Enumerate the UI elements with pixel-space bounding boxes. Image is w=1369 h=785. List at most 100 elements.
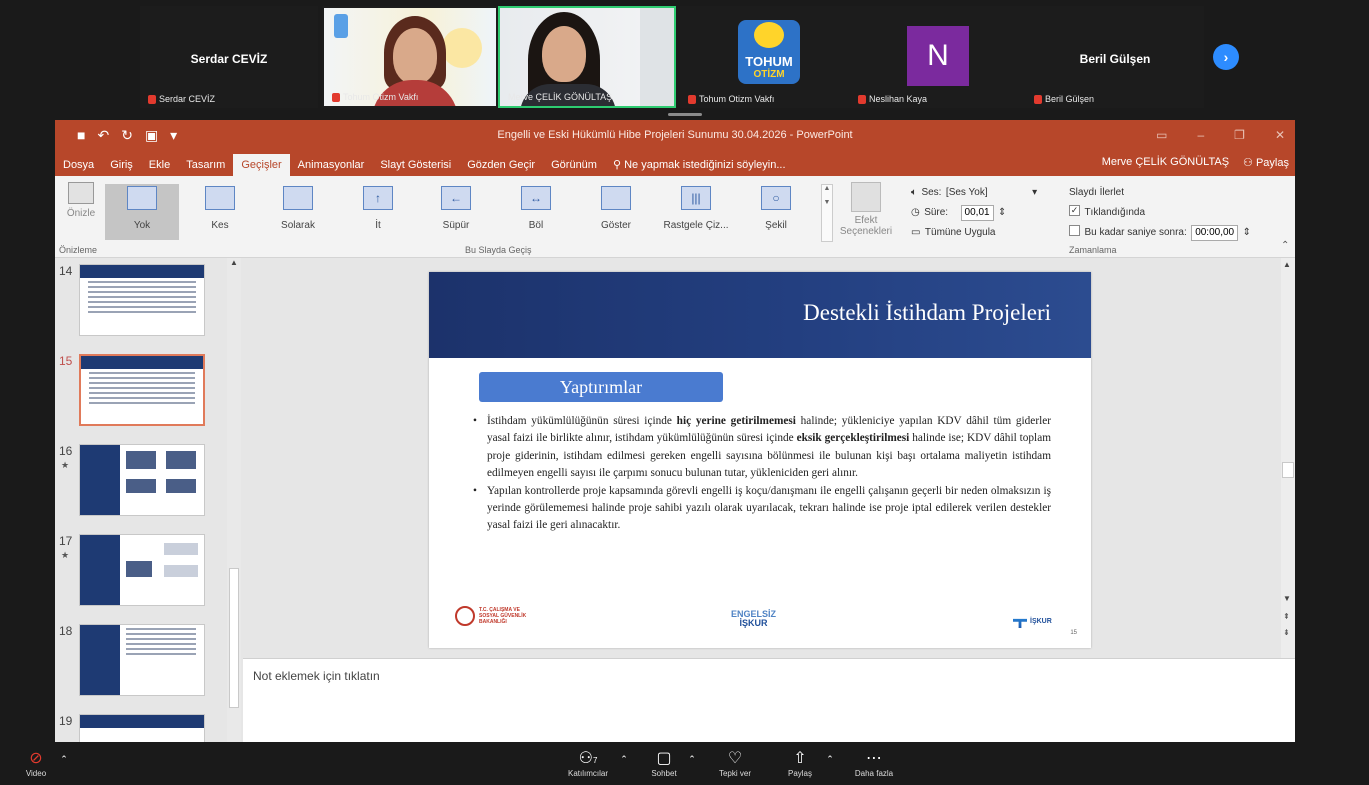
- window-controls: ▭ – ❐ ✕: [1156, 128, 1285, 142]
- animation-star-icon: ★: [61, 550, 70, 560]
- account-area: Merve ÇELİK GÖNÜLTAŞ ⚇ Paylaş: [1102, 156, 1289, 169]
- thumbnails-scrollbar[interactable]: ▲: [227, 258, 241, 742]
- user-name[interactable]: Merve ÇELİK GÖNÜLTAŞ: [1102, 156, 1229, 169]
- thumbnail-15[interactable]: 15: [55, 352, 235, 432]
- duration-input[interactable]: 00,01: [960, 205, 994, 221]
- transition-reveal[interactable]: Göster: [579, 184, 653, 240]
- participant-video-tohum[interactable]: Tohum Otizm Vakfı: [322, 6, 498, 108]
- chevron-up-icon: ⌃: [688, 754, 696, 764]
- tab-gorunum[interactable]: Görünüm: [543, 154, 605, 176]
- gallery-scroll[interactable]: ▲ ▼: [821, 184, 833, 242]
- tell-me-search[interactable]: ⚲ Ne yapmak istediğinizi söyleyin...: [605, 154, 794, 176]
- share-button[interactable]: ⚇ Paylaş: [1243, 156, 1289, 169]
- current-slide[interactable]: Destekli İstihdam Projeleri Yaptırımlar …: [429, 272, 1091, 648]
- chevron-right-icon: ›: [1223, 49, 1229, 65]
- on-click-checkbox[interactable]: ✓ Tıklandığında: [1069, 202, 1145, 220]
- avatar: N: [907, 26, 969, 86]
- more-button[interactable]: ⋯ Daha fazla: [846, 749, 902, 778]
- share-options-caret[interactable]: ⌃: [824, 749, 836, 769]
- participants-options-caret[interactable]: ⌃: [618, 749, 630, 769]
- transition-cut[interactable]: Kes: [183, 184, 257, 240]
- participant-name-label: Serdar CEVİZ: [148, 94, 215, 104]
- video-options-caret[interactable]: ⌃: [58, 749, 70, 769]
- next-participants-button[interactable]: ›: [1213, 44, 1239, 70]
- chevron-up-icon: ⌃: [620, 754, 628, 764]
- spinner-icon[interactable]: ⇕: [998, 207, 1006, 218]
- sound-select[interactable]: [Ses Yok]: [946, 187, 988, 198]
- after-checkbox[interactable]: [1069, 225, 1080, 237]
- scroll-thumb[interactable]: [229, 568, 239, 708]
- thumbnail-18[interactable]: 18: [55, 622, 235, 702]
- collapse-ribbon-icon[interactable]: ⌃: [1281, 240, 1289, 251]
- apply-all-icon: ▭: [911, 227, 921, 238]
- transition-split[interactable]: ↔ Böl: [499, 184, 573, 240]
- transition-fade[interactable]: Solarak: [261, 184, 335, 240]
- transition-shape[interactable]: ○ Şekil: [739, 184, 813, 240]
- bullet-item: İstihdam yükümlülüğünün süresi içinde hi…: [473, 413, 1051, 483]
- thumbnail-19[interactable]: 19: [55, 712, 235, 742]
- editor-area: 14 15 16 ★ 17 ★ 18 19 ▲ Destekli İstihda…: [55, 258, 1295, 742]
- transition-fade-icon: [283, 186, 313, 210]
- after-seconds-input[interactable]: 00:00,00: [1191, 225, 1239, 241]
- previous-slide-icon[interactable]: ⇞: [1283, 612, 1290, 621]
- transition-none[interactable]: Yok: [105, 184, 179, 240]
- clock-icon: ◷: [911, 207, 920, 218]
- lightbulb-icon: ⚲: [612, 159, 625, 171]
- effect-options-button[interactable]: Efekt Seçenekleri: [837, 182, 895, 237]
- mic-muted-icon: [332, 92, 340, 102]
- participant-tile-tohum-logo[interactable]: TOHUM OTİZM Tohum Otizm Vakfı: [680, 6, 858, 108]
- thumbnail-17[interactable]: 17 ★: [55, 532, 235, 612]
- minimize-icon[interactable]: –: [1197, 128, 1204, 142]
- chat-button[interactable]: ▢ Sohbet: [640, 749, 688, 778]
- meeting-toolbar: ⊘ Video ⌃ ⚇7 Katılımcılar ⌃ ▢ Sohbet ⌃ ♡…: [0, 745, 1369, 785]
- participant-tile-beril[interactable]: Beril Gülşen Beril Gülşen: [1026, 6, 1204, 108]
- apply-all-button[interactable]: ▭ Tümüne Uygula: [911, 222, 996, 240]
- thumbnail-14[interactable]: 14: [55, 262, 235, 342]
- scroll-down-icon[interactable]: ▼: [1283, 594, 1291, 603]
- chat-options-caret[interactable]: ⌃: [686, 749, 698, 769]
- chevron-down-icon[interactable]: ▾: [1032, 187, 1037, 198]
- tab-dosya[interactable]: Dosya: [55, 154, 102, 176]
- ministry-logo: T.C. ÇALIŞMA VE SOSYAL GÜVENLİK BAKANLIĞ…: [455, 606, 539, 626]
- arrow-up-icon: ↑: [363, 186, 393, 210]
- participants-button[interactable]: ⚇7 Katılımcılar: [560, 749, 616, 778]
- video-button[interactable]: ⊘ Video: [16, 749, 56, 778]
- spinner-icon[interactable]: ⇕: [1243, 227, 1251, 238]
- transition-push[interactable]: ↑ İt: [341, 184, 415, 240]
- tab-gozden-gecir[interactable]: Gözden Geçir: [459, 154, 543, 176]
- ribbon-display-icon[interactable]: ▭: [1156, 128, 1167, 142]
- transition-wipe[interactable]: ← Süpür: [419, 184, 493, 240]
- next-slide-icon[interactable]: ⇟: [1283, 628, 1290, 637]
- participant-tile-neslihan[interactable]: N Neslihan Kaya: [850, 6, 1026, 108]
- tab-ekle[interactable]: Ekle: [141, 154, 178, 176]
- ribbon-tabs: Dosya Giriş Ekle Tasarım Geçişler Animas…: [55, 152, 1295, 176]
- close-icon[interactable]: ✕: [1275, 128, 1285, 142]
- scroll-up-icon[interactable]: ▲: [1283, 260, 1291, 269]
- ministry-seal-icon: [455, 606, 475, 626]
- tab-animasyonlar[interactable]: Animasyonlar: [290, 154, 373, 176]
- tab-slayt-gosterisi[interactable]: Slayt Gösterisi: [372, 154, 459, 176]
- participant-video-merve[interactable]: Merve ÇELİK GÖNÜLTAŞ: [498, 6, 676, 108]
- slide-scrollbar[interactable]: ▲ ▼ ⇞ ⇟: [1281, 258, 1295, 658]
- strip-resize-handle[interactable]: [668, 113, 702, 116]
- tab-tasarim[interactable]: Tasarım: [178, 154, 233, 176]
- scroll-thumb[interactable]: [1282, 462, 1294, 478]
- circle-shape-icon: ○: [761, 186, 791, 210]
- effect-options-icon: [851, 182, 881, 212]
- share-screen-button[interactable]: ⇧ Paylaş: [776, 749, 824, 778]
- preview-button[interactable]: Önizle: [61, 182, 101, 219]
- participant-tile-serdar[interactable]: Serdar CEVİZ Serdar CEVİZ: [140, 6, 318, 108]
- tohum-otizm-logo: TOHUM OTİZM: [738, 20, 800, 84]
- notes-pane[interactable]: Not eklemek için tıklatın: [243, 658, 1295, 742]
- thumbnail-16[interactable]: 16 ★: [55, 442, 235, 522]
- tab-giris[interactable]: Giriş: [102, 154, 141, 176]
- more-dots-icon: ⋯: [866, 750, 882, 767]
- tab-gecisler[interactable]: Geçişler: [233, 154, 290, 176]
- participant-center-name: Beril Gülşen: [1079, 52, 1151, 66]
- maximize-icon[interactable]: ❐: [1234, 128, 1245, 142]
- preview-icon: [68, 182, 94, 204]
- group-label-transition: Bu Slayda Geçiş: [465, 245, 532, 255]
- react-button[interactable]: ♡ Tepki ver: [710, 749, 760, 778]
- transition-random-bars[interactable]: ||| Rastgele Çiz...: [659, 184, 733, 240]
- scroll-up-icon[interactable]: ▲: [227, 258, 241, 267]
